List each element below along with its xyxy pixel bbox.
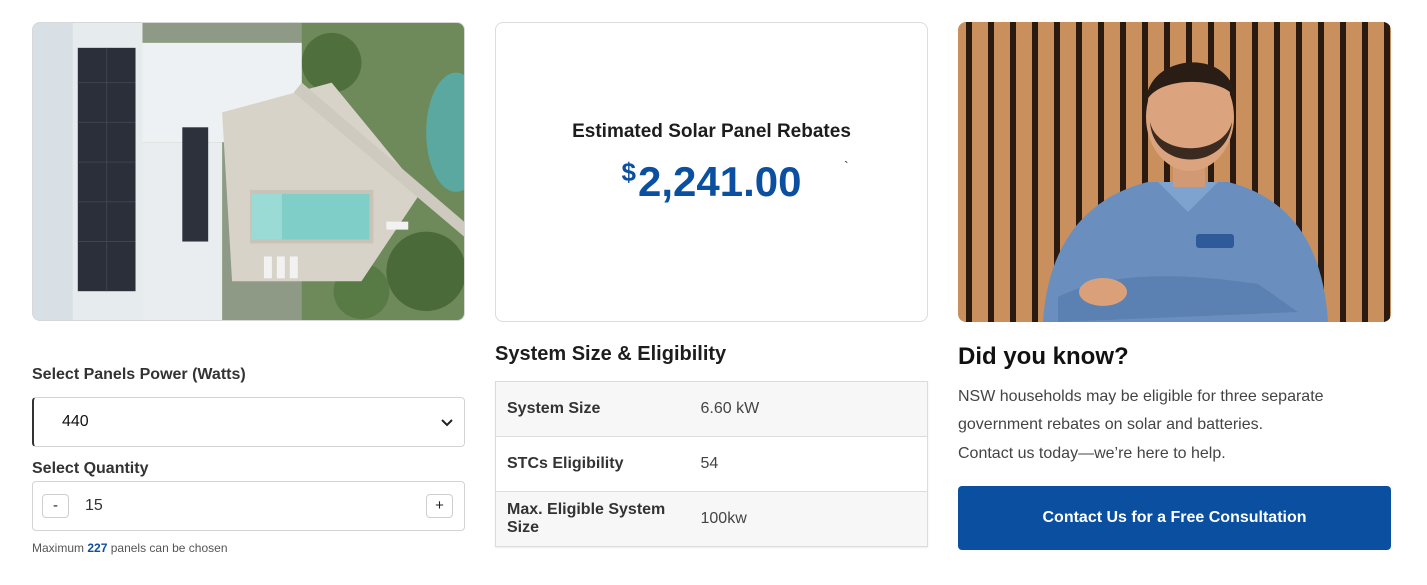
rebate-title: Estimated Solar Panel Rebates <box>572 121 851 142</box>
eligibility-title: System Size & Eligibility <box>495 343 727 365</box>
panel-power-selected-value: 440 <box>62 413 89 430</box>
row-value: 100kw <box>700 510 747 527</box>
row-label: STCs Eligibility <box>507 455 624 472</box>
stray-mark: ` <box>844 158 849 174</box>
consultant-photo <box>958 22 1391 322</box>
table-row: System Size 6.60 kW <box>495 381 928 437</box>
row-value: 54 <box>700 455 719 472</box>
contact-prompt: Contact us today—we’re here to help. <box>958 445 1226 462</box>
hint-max-count: 227 <box>87 541 108 555</box>
chevron-down-icon <box>441 419 453 427</box>
rebate-currency: $ <box>621 157 636 187</box>
decrement-button[interactable]: - <box>42 494 69 518</box>
eligibility-table: System Size 6.60 kW STCs Eligibility 54 … <box>495 381 928 547</box>
did-you-know-body: NSW households may be eligible for three… <box>958 388 1324 433</box>
max-panels-hint: Maximum 227 panels can be chosen <box>32 541 228 555</box>
rebate-card: Estimated Solar Panel Rebates $2,241.00 … <box>495 22 928 322</box>
quantity-input[interactable]: 15 <box>85 497 103 515</box>
table-row: Max. Eligible System Size 100kw <box>495 491 928 547</box>
free-consultation-button[interactable]: Contact Us for a Free Consultation <box>958 486 1391 550</box>
table-row: STCs Eligibility 54 <box>495 436 928 492</box>
aerial-house-image <box>32 22 465 321</box>
row-label: System Size <box>507 400 601 417</box>
consultant-illustration <box>958 22 1391 322</box>
quantity-stepper: - 15 + <box>32 481 465 531</box>
row-label: Max. Eligible System Size <box>507 501 666 536</box>
quantity-label: Select Quantity <box>32 460 149 477</box>
aerial-illustration <box>33 23 464 320</box>
hint-suffix: panels can be chosen <box>110 541 228 555</box>
row-value: 6.60 kW <box>700 400 760 417</box>
panel-power-label: Select Panels Power (Watts) <box>32 366 246 383</box>
rebate-amount: $2,241.00 <box>496 157 927 206</box>
panel-power-select[interactable]: 440 <box>32 397 465 447</box>
did-you-know-title: Did you know? <box>958 343 1129 370</box>
increment-button[interactable]: + <box>426 494 453 518</box>
rebate-value: 2,241.00 <box>637 158 802 205</box>
hint-prefix: Maximum <box>32 541 85 555</box>
